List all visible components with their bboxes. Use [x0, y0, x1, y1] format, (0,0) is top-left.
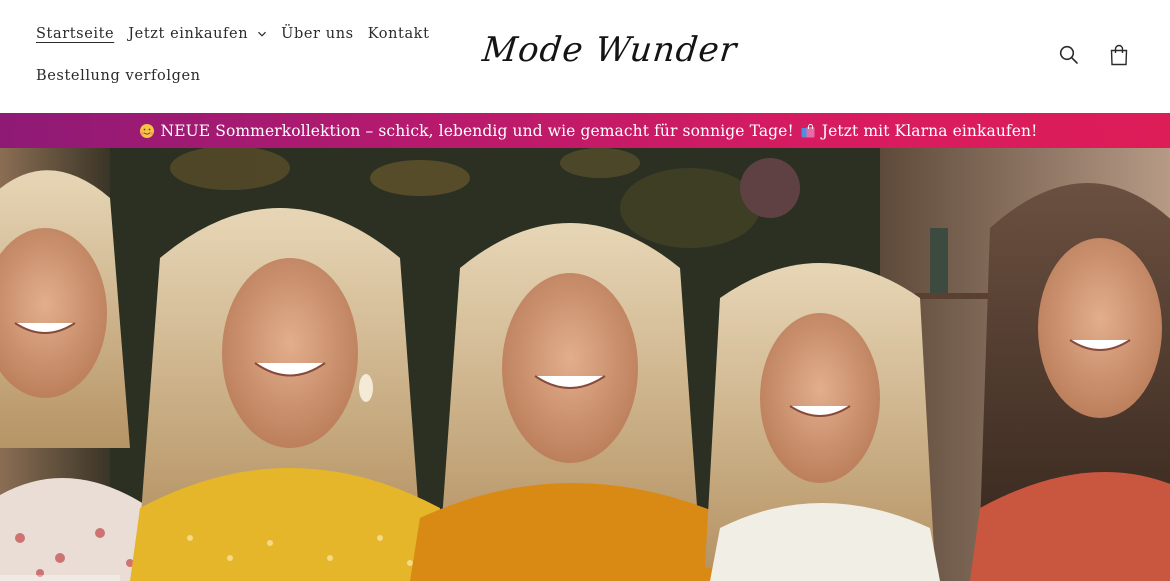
header-icons — [1054, 40, 1134, 70]
nav-startseite[interactable]: Startseite — [36, 26, 114, 42]
hero-banner — [0, 148, 1170, 581]
nav-startseite-label: Startseite — [36, 26, 115, 42]
cart-icon[interactable] — [1104, 40, 1134, 70]
nav-kontakt[interactable]: Kontakt — [368, 26, 430, 42]
site-logo[interactable]: Mode Wunder — [479, 30, 739, 80]
announcement-cta: Jetzt mit Klarna einkaufen! — [821, 121, 1038, 140]
nav-bestellung-verfolgen[interactable]: Bestellung verfolgen — [36, 68, 201, 84]
shopping-bags-icon — [800, 123, 816, 139]
hero-image — [0, 148, 1170, 581]
nav-kontakt-label: Kontakt — [367, 26, 430, 42]
nav-bestellung-verfolgen-label: Bestellung verfolgen — [36, 68, 201, 84]
nav-ueber-uns-label: Über uns — [281, 26, 354, 42]
search-icon[interactable] — [1054, 40, 1084, 70]
site-header: Startseite Jetzt einkaufen Über uns Kont… — [0, 0, 1170, 113]
nav-ueber-uns[interactable]: Über uns — [281, 26, 354, 42]
announcement-text: NEUE Sommerkollektion – schick, lebendig… — [160, 121, 794, 140]
nav-jetzt-einkaufen[interactable]: Jetzt einkaufen — [128, 26, 267, 42]
smiling-face-icon — [139, 123, 155, 139]
announcement-bar[interactable]: NEUE Sommerkollektion – schick, lebendig… — [0, 113, 1170, 148]
hero-scroll-indicator — [0, 575, 120, 581]
chevron-down-icon — [257, 29, 267, 39]
nav-jetzt-einkaufen-label: Jetzt einkaufen — [128, 26, 249, 42]
main-navigation: Startseite Jetzt einkaufen Über uns Kont… — [36, 18, 436, 92]
